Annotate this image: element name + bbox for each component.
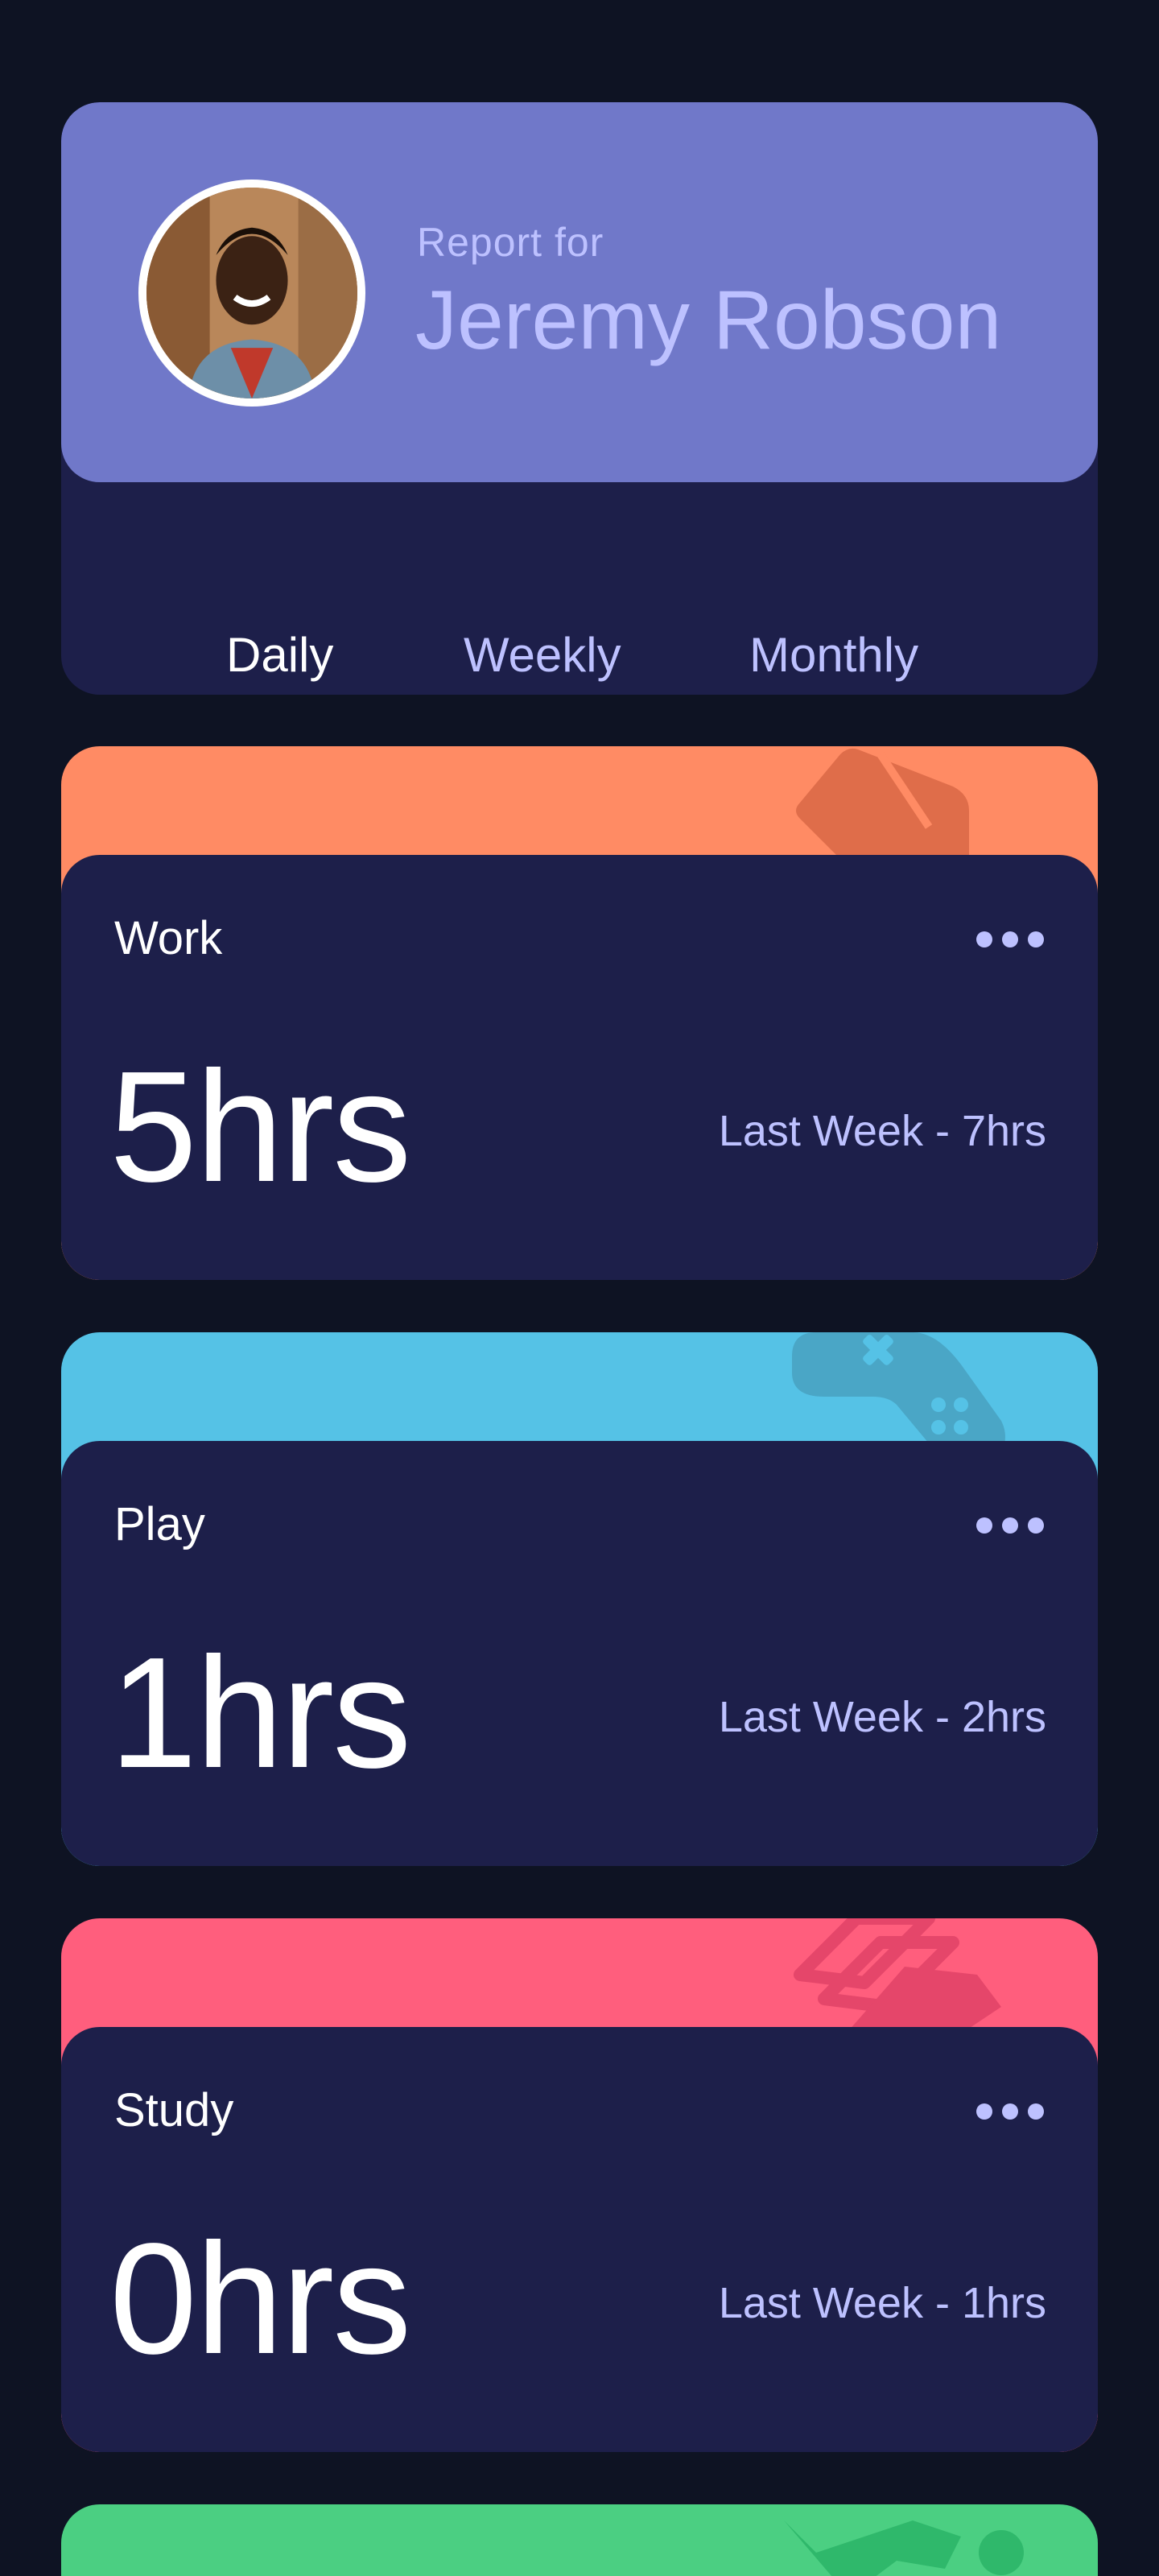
previous-hours: Last Week - 2hrs	[718, 1693, 1046, 1741]
avatar	[138, 180, 365, 407]
current-hours: 0hrs	[109, 2211, 411, 2387]
activity-card-play: Play 1hrs Last Week - 2hrs	[61, 1332, 1098, 1866]
activity-title: Work	[114, 912, 223, 964]
gamepad-icon	[792, 1332, 1005, 1453]
activity-card-work: Work 5hrs Last Week - 7hrs	[61, 746, 1098, 1280]
current-hours: 5hrs	[109, 1038, 411, 1215]
ellipsis-icon[interactable]	[974, 2101, 1046, 2122]
profile-header: Report for Jeremy Robson	[61, 102, 1098, 482]
user-name: Jeremy Robson	[415, 274, 1002, 367]
current-hours: 1hrs	[109, 1624, 411, 1801]
runner-icon	[784, 2520, 1024, 2576]
tab-weekly[interactable]: Weekly	[464, 627, 621, 683]
profile-card: Report for Jeremy Robson Daily Weekly Mo…	[61, 102, 1098, 695]
books-icon	[794, 1918, 1001, 2039]
activity-card-study: Study 0hrs Last Week - 1hrs	[61, 1918, 1098, 2452]
timeframe-tabs: Daily Weekly Monthly	[61, 482, 1098, 695]
tab-monthly[interactable]: Monthly	[749, 627, 918, 683]
previous-hours: Last Week - 1hrs	[718, 2279, 1046, 2327]
activity-body: Study 0hrs Last Week - 1hrs	[61, 2027, 1098, 2452]
activity-title: Study	[114, 2084, 234, 2136]
tab-daily[interactable]: Daily	[226, 627, 333, 683]
ellipsis-icon[interactable]	[974, 1515, 1046, 1536]
activity-body: Play 1hrs Last Week - 2hrs	[61, 1441, 1098, 1866]
previous-hours: Last Week - 7hrs	[718, 1107, 1046, 1155]
ellipsis-icon[interactable]	[974, 929, 1046, 950]
report-label: Report for	[417, 220, 604, 265]
briefcase-icon	[796, 747, 969, 867]
dashboard-page: Report for Jeremy Robson Daily Weekly Mo…	[0, 0, 1159, 2576]
activity-title: Play	[114, 1498, 205, 1550]
avatar-photo-icon	[146, 188, 357, 398]
activity-body: Work 5hrs Last Week - 7hrs	[61, 855, 1098, 1280]
activity-card-exercise	[61, 2504, 1098, 2576]
